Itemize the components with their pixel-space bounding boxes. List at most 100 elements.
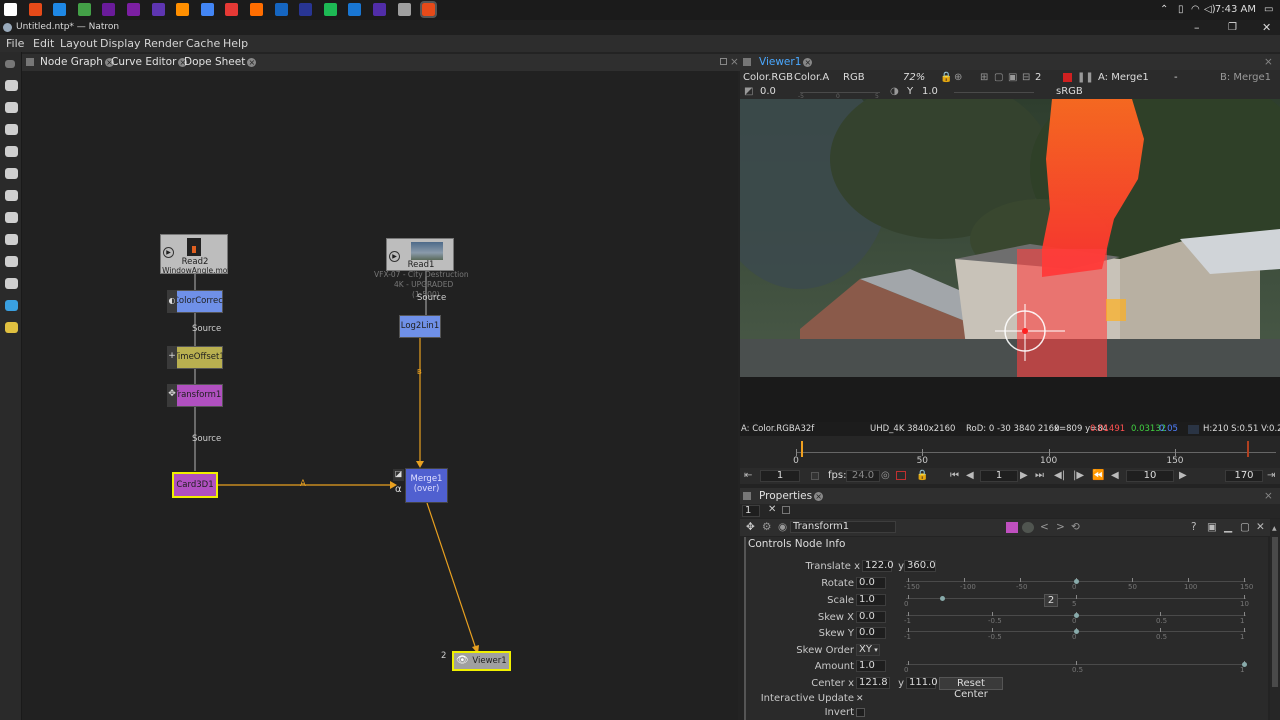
clip-icon[interactable]: ⊞ <box>980 70 988 85</box>
node-timeoffset[interactable]: + TimeOffset1 <box>167 346 225 369</box>
reset-center-button[interactable]: Reset Center <box>939 677 1003 700</box>
color-tools-icon[interactable] <box>5 168 18 179</box>
prev-keyframe-icon[interactable]: ◀| <box>1054 468 1065 484</box>
colorspace-select[interactable]: sRGB <box>1056 85 1083 99</box>
close-icon[interactable]: × <box>814 491 824 501</box>
interactive-update-checkbox[interactable]: ✕ <box>856 694 866 704</box>
input-b-select[interactable]: B: Merge1 <box>1220 70 1271 85</box>
premiere-icon[interactable] <box>176 3 190 16</box>
scale-slider[interactable]: 0 5 10 <box>904 592 1249 608</box>
other-tools-icon[interactable] <box>5 300 18 311</box>
windows-logo-icon[interactable] <box>4 3 17 16</box>
rotate-field[interactable]: 0.0 <box>856 577 886 589</box>
zoom-select[interactable]: 72% <box>903 70 925 85</box>
node-colorcorrect[interactable]: ◐ ColorCorrect1 <box>167 290 232 313</box>
menu-help[interactable]: Help <box>223 35 248 52</box>
close-pane-icon[interactable]: × <box>1264 54 1273 70</box>
translate-x-field[interactable]: 122.0 <box>862 560 894 572</box>
scale-dimension-button[interactable]: 2 <box>1044 594 1058 607</box>
center-node-icon[interactable]: ◉ <box>778 519 787 536</box>
media-encoder-icon[interactable] <box>299 3 313 16</box>
menu-file[interactable]: File <box>6 35 24 52</box>
slider-handle[interactable] <box>939 596 945 601</box>
tab-properties[interactable]: Properties × <box>759 488 824 504</box>
fps-field[interactable]: 24.0 <box>846 470 880 482</box>
pane-menu-icon[interactable] <box>743 492 751 500</box>
scrollbar-thumb[interactable] <box>1272 537 1278 687</box>
operation-select[interactable]: - <box>1174 70 1178 85</box>
set-in-icon[interactable]: ⇤ <box>744 468 752 484</box>
firefox-icon[interactable] <box>250 3 263 16</box>
notification-icon[interactable]: ▭ <box>1264 0 1273 20</box>
center-y-field[interactable]: 111.0 <box>906 677 938 689</box>
amount-slider[interactable]: 0 0.5 1 <box>904 658 1247 674</box>
pane-menu-icon[interactable] <box>26 58 34 66</box>
maximize-icon[interactable]: ❐ <box>1228 20 1237 35</box>
turbo-icon[interactable]: ◎ <box>881 468 890 484</box>
play-icon[interactable]: ▶ <box>163 247 174 258</box>
overlay-color-swatch[interactable] <box>1022 522 1034 533</box>
realtime-icon[interactable] <box>896 471 906 480</box>
drive-icon[interactable] <box>373 3 386 16</box>
timeline-out-marker[interactable] <box>1247 441 1250 457</box>
spotify-icon[interactable] <box>348 3 362 16</box>
float-icon[interactable]: ▣ <box>1207 519 1217 536</box>
proxy-level-select[interactable]: 2 <box>1035 70 1041 85</box>
close-icon[interactable]: × <box>247 57 257 67</box>
viewer-image[interactable] <box>740 99 1280 377</box>
set-out-icon[interactable]: ⇥ <box>1267 468 1275 484</box>
keyer-tools-icon[interactable] <box>5 212 18 223</box>
chrome-icon[interactable] <box>225 3 239 16</box>
minimize-panels-icon[interactable] <box>782 506 790 514</box>
draw-tools-icon[interactable] <box>5 102 18 113</box>
menu-layout[interactable]: Layout <box>60 35 97 52</box>
tab-curve-editor[interactable]: Curve Editor × <box>111 54 188 71</box>
word-icon[interactable] <box>77 3 91 16</box>
amount-field[interactable]: 1.0 <box>856 660 886 672</box>
center-x-field[interactable]: 121.8 <box>856 677 890 689</box>
render-icon[interactable] <box>1063 73 1072 82</box>
tab-viewer1[interactable]: Viewer1 × <box>759 54 813 70</box>
obs-icon[interactable] <box>127 3 140 16</box>
timeline[interactable]: 0 50 100 150 <box>740 436 1280 468</box>
lock-range-icon[interactable]: 🔒 <box>916 468 928 484</box>
close-icon[interactable]: × <box>803 57 813 67</box>
node-color-swatch[interactable] <box>1006 522 1018 533</box>
clear-panels-icon[interactable]: ✕ <box>768 504 776 515</box>
image-tools-icon[interactable] <box>5 80 18 91</box>
loop-toggle[interactable] <box>811 472 819 480</box>
layer-select[interactable]: Color.RGB <box>743 70 793 85</box>
after-effects-icon[interactable] <box>200 3 214 16</box>
input-a-select[interactable]: A: Merge1 <box>1098 70 1149 85</box>
menu-render[interactable]: Render <box>144 35 183 52</box>
clock[interactable]: 7:43 AM <box>1210 0 1256 20</box>
office-icon[interactable] <box>53 3 67 16</box>
lock-icon[interactable]: 🔒 <box>940 70 952 85</box>
premiere-icon[interactable] <box>151 3 165 16</box>
natron-icon[interactable] <box>420 1 438 18</box>
alpha-select[interactable]: Color.A <box>794 70 829 85</box>
settings-icon[interactable]: ⚙ <box>762 519 771 536</box>
refresh-icon[interactable]: ▣ <box>1008 70 1017 85</box>
node-log2lin[interactable]: Log2Lin1 <box>399 315 441 338</box>
tab-dope-sheet[interactable]: Dope Sheet × <box>184 54 257 71</box>
skew-x-slider[interactable]: -1 -0.5 0 0.5 1 <box>904 609 1246 625</box>
help-icon[interactable]: ? <box>1191 519 1197 536</box>
last-frame-icon[interactable]: ⏭ <box>1035 468 1044 484</box>
slider-handle[interactable] <box>1074 613 1079 618</box>
float-pane-icon[interactable] <box>720 58 727 65</box>
file-explorer-icon[interactable] <box>28 3 42 16</box>
first-frame-field[interactable]: 1 <box>760 470 800 482</box>
translate-y-field[interactable]: 360.0 <box>904 560 936 572</box>
node-graph[interactable]: ▶ Read2 WindowAngle.mov ◐ ColorCorrect1 … <box>22 71 738 720</box>
scale-field[interactable]: 1.0 <box>856 594 886 606</box>
alpha-input-label[interactable]: α <box>395 484 402 495</box>
center-icon[interactable]: ⊕ <box>954 70 962 85</box>
close-icon[interactable]: ✕ <box>1256 519 1265 536</box>
timeline-cursor[interactable] <box>800 441 803 457</box>
menu-display[interactable]: Display <box>100 35 141 52</box>
roi-icon[interactable]: ▢ <box>994 70 1003 85</box>
rewind-icon[interactable]: ◀ <box>1111 468 1119 484</box>
pane-menu-icon[interactable] <box>743 58 751 66</box>
time-tools-icon[interactable] <box>5 124 18 135</box>
